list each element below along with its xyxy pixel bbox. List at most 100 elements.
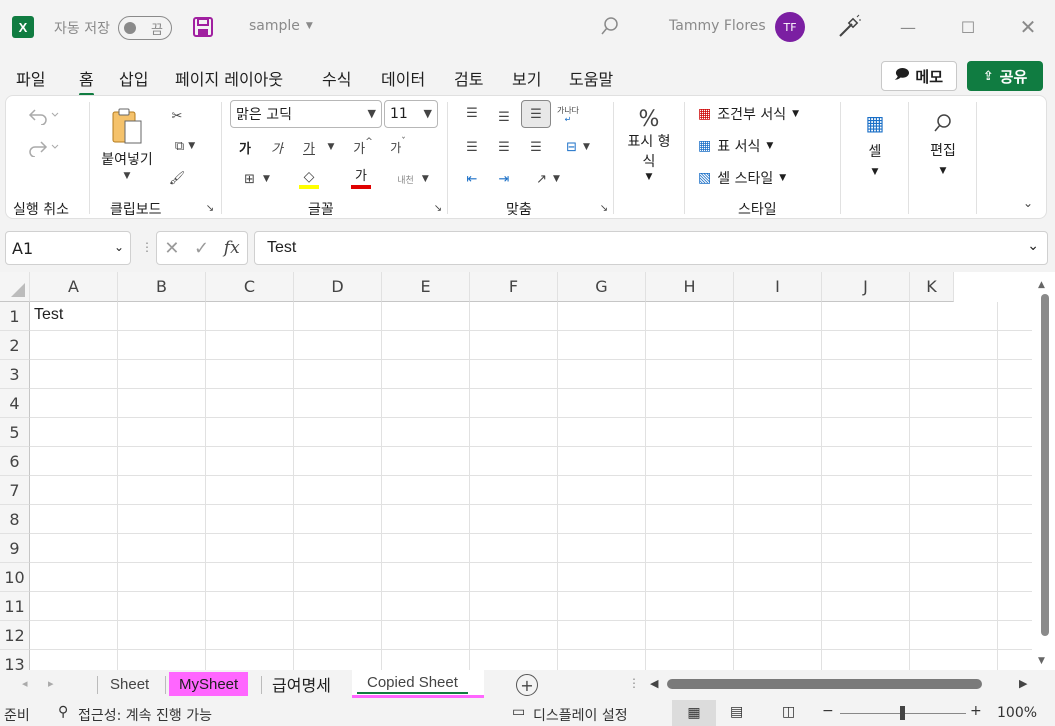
wrap-text-button[interactable]: 가나다 ↵ xyxy=(555,102,581,128)
avatar[interactable]: TF xyxy=(775,12,805,42)
dialog-launcher-icon[interactable]: ↘ xyxy=(204,202,216,214)
search-icon[interactable] xyxy=(600,16,620,36)
phonetic-button[interactable]: 내천 ▼ xyxy=(390,166,436,192)
font-size-select[interactable]: 11 ▼ xyxy=(384,100,438,128)
align-right-icon[interactable]: ☰ xyxy=(524,136,548,158)
decrease-indent-icon[interactable]: ⇤ xyxy=(460,168,484,190)
ribbon-collapse-icon[interactable]: ⌄ xyxy=(1018,194,1038,212)
normal-view-icon[interactable]: ▦ xyxy=(672,700,716,726)
tab-insert[interactable]: 삽입 xyxy=(119,66,148,90)
zoom-out-icon[interactable]: − xyxy=(822,703,834,719)
insert-function-icon[interactable]: fx xyxy=(224,238,240,258)
font-name-select[interactable]: 맑은 고딕 ▼ xyxy=(230,100,382,128)
row-header-5[interactable]: 5 xyxy=(0,418,30,447)
scroll-right-icon[interactable]: ▶ xyxy=(1019,677,1027,690)
add-sheet-icon[interactable]: + xyxy=(516,674,538,696)
save-icon[interactable] xyxy=(192,16,214,38)
zoom-level[interactable]: 100% xyxy=(997,705,1037,721)
column-header-c[interactable]: C xyxy=(206,272,294,302)
row-header-1[interactable]: 1 xyxy=(0,302,30,331)
cell-style-button[interactable]: ▧ 셀 스타일 ▼ xyxy=(698,166,818,190)
column-header-j[interactable]: J xyxy=(822,272,910,302)
autosave-control[interactable]: 자동 저장 끔 xyxy=(54,16,172,40)
editing-button[interactable]: 편집 ▼ xyxy=(914,104,972,184)
tab-help[interactable]: 도움말 xyxy=(569,66,613,90)
filename-dropdown[interactable]: sample ▼ xyxy=(249,18,313,34)
merge-center-button[interactable]: ⊟ ▼ xyxy=(556,136,600,158)
chevron-down-icon[interactable]: ▼ xyxy=(324,136,338,158)
shrink-font-button[interactable]: 가ˇ xyxy=(384,136,412,158)
align-left-icon[interactable]: ☰ xyxy=(460,136,484,158)
worksheet-grid[interactable]: Test ▲ ▼ A B C D E F G H I J K 1 2 3 4 5 6 7 8 9 10 11 12 13 xyxy=(0,272,1055,679)
column-header-i[interactable]: I xyxy=(734,272,822,302)
sheet-tab-mysheet[interactable]: MySheet xyxy=(169,672,249,696)
formula-input[interactable]: Test ⌄ xyxy=(254,231,1048,265)
next-sheet-icon[interactable]: ▸ xyxy=(48,677,54,690)
accessibility-status[interactable]: 접근성: 계속 진행 가능 xyxy=(78,705,212,725)
select-all-corner[interactable] xyxy=(0,272,30,302)
cell-a1[interactable]: Test xyxy=(34,306,63,324)
row-header-3[interactable]: 3 xyxy=(0,360,30,389)
tab-data[interactable]: 데이터 xyxy=(381,66,425,90)
drag-handle-icon[interactable]: ⋮ xyxy=(628,676,640,690)
number-format-button[interactable]: % 표시 형식 ▼ xyxy=(618,104,680,184)
sheet-tab-copied-sheet[interactable]: Copied Sheet xyxy=(357,672,468,694)
align-center-icon[interactable]: ☰ xyxy=(492,136,516,158)
row-header-2[interactable]: 2 xyxy=(0,331,30,360)
column-header-d[interactable]: D xyxy=(294,272,382,302)
zoom-in-icon[interactable]: + xyxy=(970,703,982,719)
tab-file[interactable]: 파일 xyxy=(16,66,45,90)
autosave-toggle[interactable]: 끔 xyxy=(117,16,172,40)
bold-button[interactable]: 가 xyxy=(234,136,256,158)
format-painter-icon[interactable]: 🖌 xyxy=(164,166,190,190)
column-header-b[interactable]: B xyxy=(118,272,206,302)
row-header-11[interactable]: 11 xyxy=(0,592,30,621)
maximize-icon[interactable]: ☐ xyxy=(953,12,983,42)
name-box[interactable]: A1 ⌄ xyxy=(5,231,131,265)
orientation-button[interactable]: ↗ ▼ xyxy=(528,168,568,190)
tab-formulas[interactable]: 수식 xyxy=(322,66,351,90)
column-header-g[interactable]: G xyxy=(558,272,646,302)
page-layout-view-icon[interactable]: ▤ xyxy=(730,704,743,720)
increase-indent-icon[interactable]: ⇥ xyxy=(492,168,516,190)
row-header-9[interactable]: 9 xyxy=(0,534,30,563)
undo-button[interactable] xyxy=(24,102,64,128)
expand-formula-icon[interactable]: ⌄ xyxy=(1027,238,1039,254)
dialog-launcher-icon[interactable]: ↘ xyxy=(432,202,444,214)
row-header-10[interactable]: 10 xyxy=(0,563,30,592)
dialog-launcher-icon[interactable]: ↘ xyxy=(598,202,610,214)
row-header-8[interactable]: 8 xyxy=(0,505,30,534)
close-icon[interactable]: ✕ xyxy=(1013,12,1043,42)
tab-review[interactable]: 검토 xyxy=(454,66,483,90)
column-header-k[interactable]: K xyxy=(910,272,954,302)
cells-button[interactable]: ▦ 셀 ▼ xyxy=(846,104,904,184)
sheet-tab-payroll[interactable]: 급여명세 xyxy=(262,672,341,696)
italic-button[interactable]: 가 xyxy=(266,136,288,158)
horizontal-scroll-thumb[interactable] xyxy=(667,679,982,689)
page-break-view-icon[interactable]: ◫ xyxy=(782,704,795,720)
prev-sheet-icon[interactable]: ◂ xyxy=(22,677,28,690)
font-color-button[interactable]: 가 xyxy=(340,166,382,192)
cancel-icon[interactable]: ✕ xyxy=(164,238,179,259)
scroll-left-icon[interactable]: ◀ xyxy=(650,677,658,690)
tab-page-layout[interactable]: 페이지 레이아웃 xyxy=(175,66,283,90)
display-settings-button[interactable]: 디스플레이 설정 xyxy=(533,705,628,725)
column-header-h[interactable]: H xyxy=(646,272,734,302)
paste-button[interactable]: 붙여넣기 ▼ xyxy=(94,104,160,184)
magic-wand-icon[interactable] xyxy=(836,14,862,40)
row-header-4[interactable]: 4 xyxy=(0,389,30,418)
redo-button[interactable] xyxy=(24,134,64,160)
memo-button[interactable]: 🗩 메모 xyxy=(881,61,957,91)
cut-icon[interactable]: ✂ xyxy=(164,104,190,128)
row-header-6[interactable]: 6 xyxy=(0,447,30,476)
column-header-e[interactable]: E xyxy=(382,272,470,302)
row-header-7[interactable]: 7 xyxy=(0,476,30,505)
enter-icon[interactable]: ✓ xyxy=(194,238,209,259)
grow-font-button[interactable]: 가 ^ xyxy=(349,136,377,158)
scroll-up-icon[interactable]: ▲ xyxy=(1038,280,1045,290)
scroll-down-icon[interactable]: ▼ xyxy=(1038,656,1045,666)
column-header-a[interactable]: A xyxy=(30,272,118,302)
align-middle-icon[interactable]: ☰ xyxy=(492,106,516,128)
column-header-f[interactable]: F xyxy=(470,272,558,302)
vertical-scrollbar[interactable]: ▲ ▼ xyxy=(1033,272,1055,670)
